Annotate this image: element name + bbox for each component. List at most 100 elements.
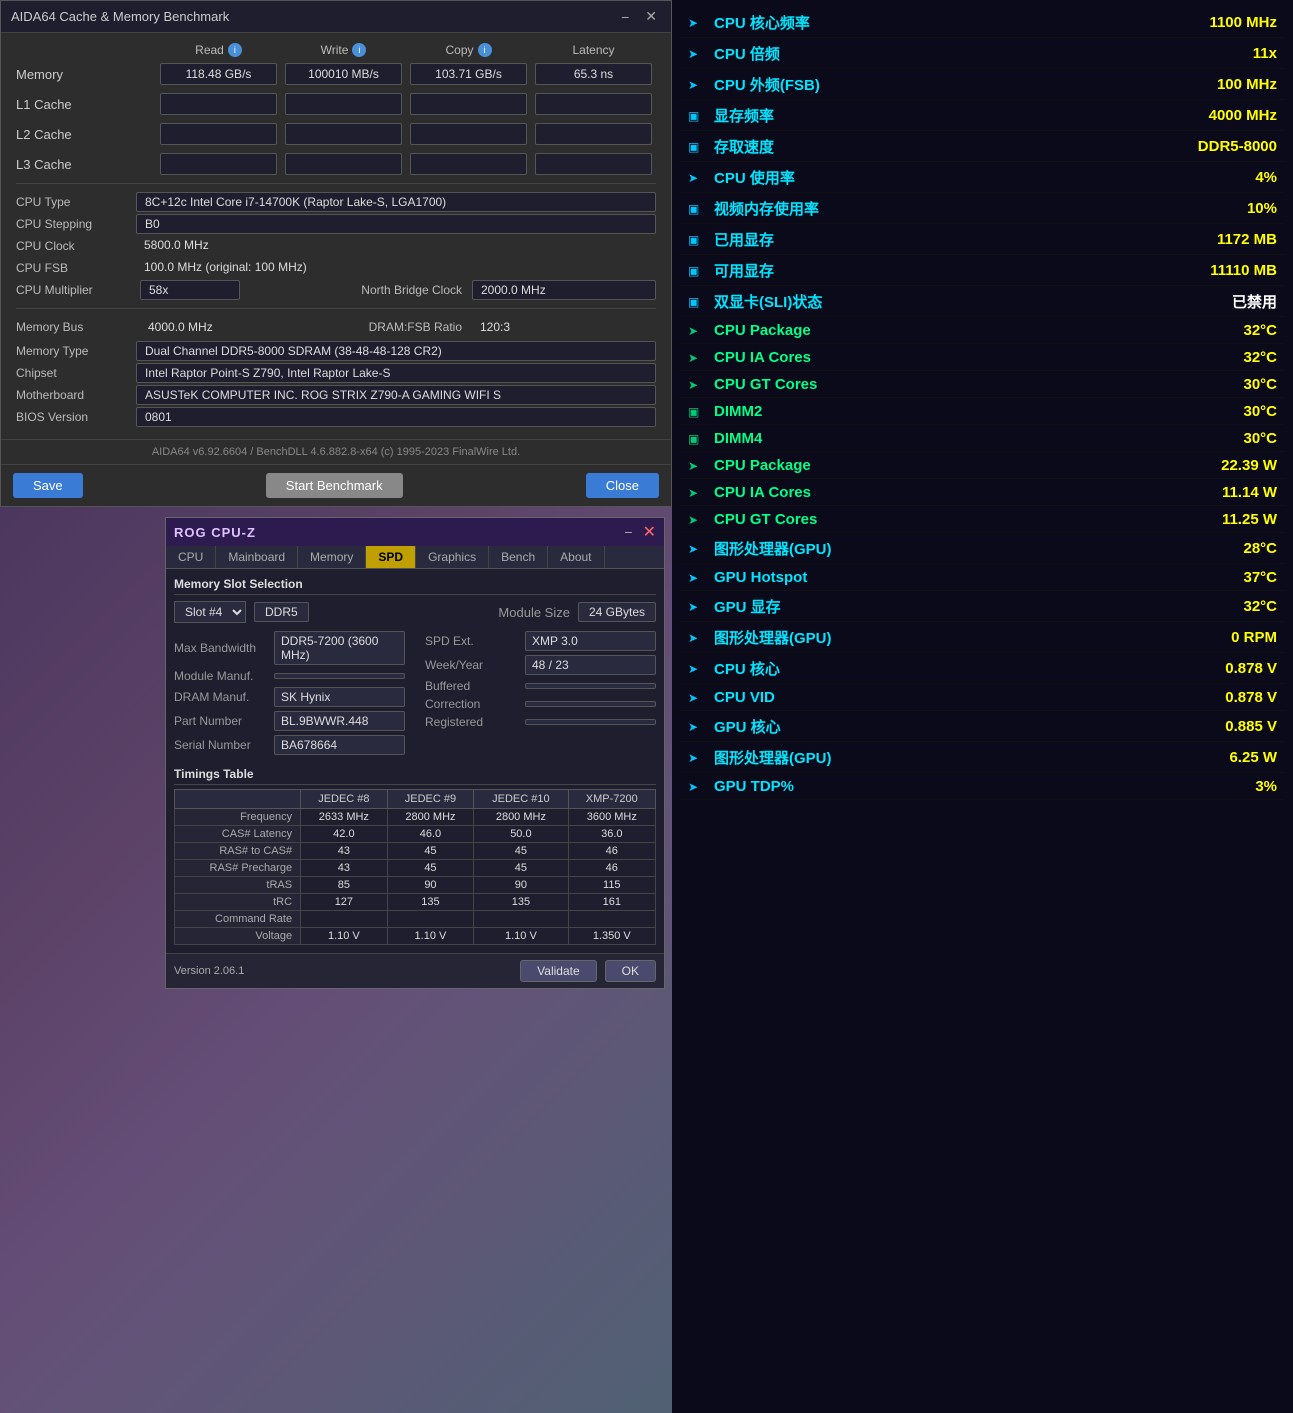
ok-button[interactable]: OK: [605, 960, 656, 982]
hw-row: ➤CPU VID0.878 V: [680, 685, 1285, 711]
monitor-icon: ▣: [688, 202, 704, 216]
l3-read-value: [160, 153, 277, 175]
registered-row: Registered: [425, 715, 656, 729]
hw-row: ➤CPU 核心0.878 V: [680, 654, 1285, 684]
timing-label: Frequency: [175, 809, 301, 826]
timing-val-3: [568, 911, 655, 928]
cpuz-minimize[interactable]: −: [620, 522, 636, 542]
timing-col-jedec9: JEDEC #9: [387, 790, 474, 809]
write-info-icon[interactable]: i: [352, 43, 366, 57]
hw-label: GPU 核心: [714, 716, 1157, 737]
chipset-row: Chipset Intel Raptor Point-S Z790, Intel…: [16, 363, 656, 383]
hw-row: ➤GPU 显存32°C: [680, 592, 1285, 622]
timing-row: Command Rate: [175, 911, 656, 928]
week-year-value: 48 / 23: [525, 655, 656, 675]
hw-value: 30°C: [1167, 403, 1277, 420]
cpu-stepping-value: B0: [136, 214, 656, 234]
copy-info-icon[interactable]: i: [478, 43, 492, 57]
tab-about[interactable]: About: [548, 546, 604, 568]
monitor-icon: ▣: [688, 233, 704, 247]
l1-read-value: [160, 93, 277, 115]
hw-label: 存取速度: [714, 136, 1157, 157]
timing-col-jedec8: JEDEC #8: [301, 790, 388, 809]
hw-value: 22.39 W: [1167, 457, 1277, 474]
motherboard-value: ASUSTeK COMPUTER INC. ROG STRIX Z790-A G…: [136, 385, 656, 405]
tab-bench[interactable]: Bench: [489, 546, 548, 568]
hw-label: 图形处理器(GPU): [714, 538, 1157, 559]
timing-val-2: 45: [474, 843, 568, 860]
hw-row: ➤CPU IA Cores32°C: [680, 345, 1285, 371]
hw-label: DIMM2: [714, 403, 1157, 420]
timing-row: tRC127135135161: [175, 894, 656, 911]
part-number-value: BL.9BWWR.448: [274, 711, 405, 731]
hw-row: ➤GPU 核心0.885 V: [680, 712, 1285, 742]
cpuz-left-col: Max Bandwidth DDR5-7200 (3600 MHz) Modul…: [174, 631, 405, 759]
read-info-icon[interactable]: i: [228, 43, 242, 57]
correction-label: Correction: [425, 697, 525, 711]
timing-row: CAS# Latency42.046.050.036.0: [175, 826, 656, 843]
l1-copy-value: [410, 93, 527, 115]
hw-row: ➤图形处理器(GPU)28°C: [680, 534, 1285, 564]
timing-val-1: 1.10 V: [387, 928, 474, 945]
timing-val-2: 135: [474, 894, 568, 911]
hw-value: DDR5-8000: [1167, 138, 1277, 155]
timing-col-jedec10: JEDEC #10: [474, 790, 568, 809]
bios-label: BIOS Version: [16, 407, 136, 427]
hw-row: ➤CPU Package32°C: [680, 318, 1285, 344]
cpuz-close-button[interactable]: ✕: [643, 522, 656, 542]
bios-value: 0801: [136, 407, 656, 427]
week-year-row: Week/Year 48 / 23: [425, 655, 656, 675]
l2-read-value: [160, 123, 277, 145]
buffered-label: Buffered: [425, 679, 525, 693]
aida-window: AIDA64 Cache & Memory Benchmark − ✕ Read…: [0, 0, 672, 507]
serial-number-label: Serial Number: [174, 738, 274, 752]
close-button[interactable]: ✕: [641, 8, 661, 25]
tab-graphics[interactable]: Graphics: [416, 546, 489, 568]
minimize-button[interactable]: −: [617, 8, 633, 25]
hw-row: ▣显存频率4000 MHz: [680, 101, 1285, 131]
l3-copy-value: [410, 153, 527, 175]
hw-value: 4%: [1167, 169, 1277, 186]
hw-label: GPU Hotspot: [714, 569, 1157, 586]
cpu-fsb-row: CPU FSB 100.0 MHz (original: 100 MHz): [16, 258, 656, 278]
tab-memory[interactable]: Memory: [298, 546, 366, 568]
timing-row: Frequency2633 MHz2800 MHz2800 MHz3600 MH…: [175, 809, 656, 826]
timing-col-xmp: XMP-7200: [568, 790, 655, 809]
tab-mainboard[interactable]: Mainboard: [216, 546, 298, 568]
timing-val-3: 161: [568, 894, 655, 911]
dram-fsb-label: DRAM:FSB Ratio: [328, 317, 468, 337]
start-benchmark-button[interactable]: Start Benchmark: [266, 473, 403, 498]
cpu-stepping-label: CPU Stepping: [16, 214, 136, 234]
hw-value: 30°C: [1167, 376, 1277, 393]
module-size-value: 24 GBytes: [578, 602, 656, 622]
hw-value: 0.878 V: [1167, 660, 1277, 677]
hw-label: 可用显存: [714, 260, 1157, 281]
timing-val-1: [387, 911, 474, 928]
hw-value: 0.878 V: [1167, 689, 1277, 706]
tab-spd[interactable]: SPD: [366, 546, 416, 568]
l3-bench-row: L3 Cache: [16, 153, 656, 175]
hw-label: 图形处理器(GPU): [714, 627, 1157, 648]
slot-select[interactable]: Slot #4: [174, 601, 246, 623]
cpuz-right-col: SPD Ext. XMP 3.0 Week/Year 48 / 23 Buffe…: [425, 631, 656, 759]
registered-value: [525, 719, 656, 725]
validate-button[interactable]: Validate: [520, 960, 596, 982]
save-button[interactable]: Save: [13, 473, 83, 498]
hw-label: CPU 核心: [714, 658, 1157, 679]
memory-bus-value: 4000.0 MHz: [140, 318, 324, 336]
monitor-icon: ▣: [688, 405, 704, 419]
l3-label: L3 Cache: [16, 157, 156, 172]
arrow-right-icon: ➤: [688, 351, 704, 365]
aida-titlebar: AIDA64 Cache & Memory Benchmark − ✕: [1, 1, 671, 33]
hw-label: CPU Package: [714, 322, 1157, 339]
arrow-right-icon: ➤: [688, 16, 704, 30]
hw-row: ➤GPU TDP%3%: [680, 774, 1285, 800]
aida-close-button[interactable]: Close: [586, 473, 659, 498]
spd-ext-row: SPD Ext. XMP 3.0: [425, 631, 656, 651]
timing-val-3: 46: [568, 843, 655, 860]
hw-row: ▣DIMM430°C: [680, 426, 1285, 452]
tab-cpu[interactable]: CPU: [166, 546, 216, 568]
hw-value: 1100 MHz: [1167, 14, 1277, 31]
cpuz-titlebar: ROG CPU-Z − ✕: [166, 518, 664, 546]
week-year-label: Week/Year: [425, 658, 525, 672]
